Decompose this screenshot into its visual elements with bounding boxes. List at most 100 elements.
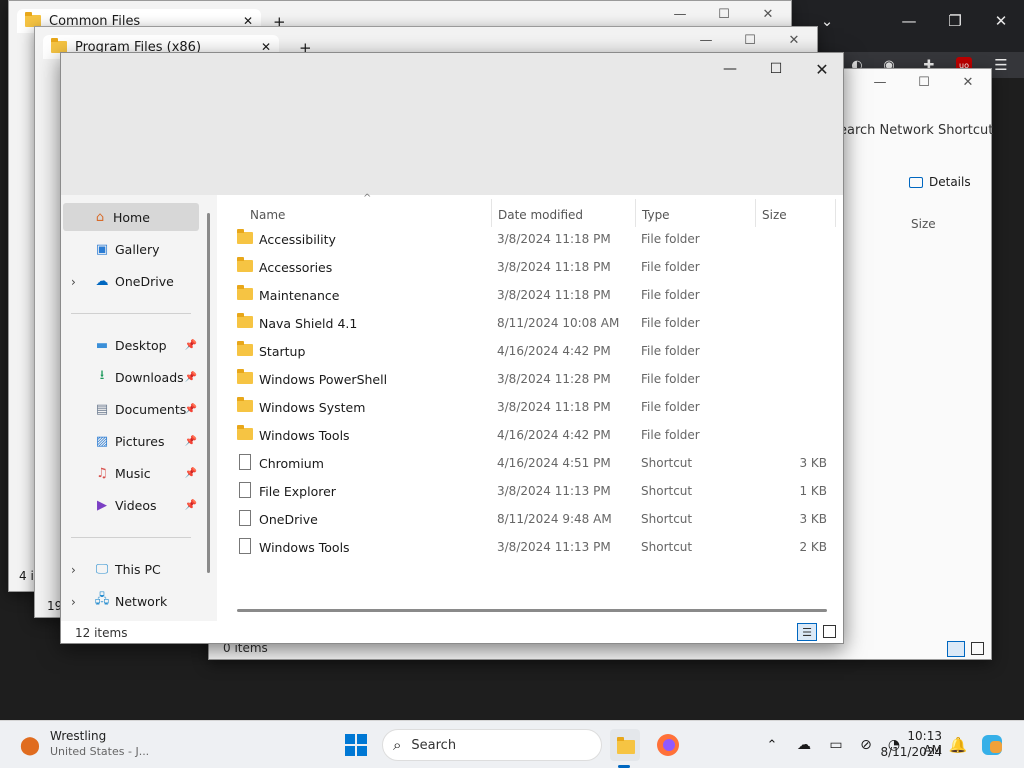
file-row[interactable]: Windows PowerShell 3/8/2024 11:28 PM File … [235, 365, 835, 393]
file-type: File folder [641, 316, 700, 330]
file-date-modified: 4/16/2024 4:42 PM [497, 344, 611, 358]
tiles-view-button[interactable] [823, 625, 836, 638]
gallery-icon: ▣ [95, 241, 109, 257]
minimize-icon[interactable]: — [863, 75, 897, 90]
firefox-icon[interactable] [654, 731, 682, 759]
status-item-count: 4 i [19, 569, 34, 583]
file-row[interactable]: Windows System 3/8/2024 11:18 PM File fold… [235, 393, 835, 421]
file-row[interactable]: OneDrive 8/11/2024 9:48 AM Shortcut 3 KB [235, 505, 835, 533]
music-icon: ♫ [96, 465, 108, 481]
nav-item-gallery[interactable]: ▣ Gallery [65, 235, 199, 263]
nav-item-network[interactable]: 🖧 Network [65, 587, 199, 615]
nav-item-pictures[interactable]: ▨ Pictures 📌 [65, 427, 199, 455]
details-button[interactable]: Details [909, 175, 971, 189]
nav-item-this-pc[interactable]: 🖵 This PC [65, 555, 199, 583]
nav-item-desktop[interactable]: ▬ Desktop 📌 [65, 331, 199, 359]
file-row[interactable]: Windows Tools 4/16/2024 4:42 PM File folde… [235, 421, 835, 449]
windows-start-icon[interactable] [342, 731, 370, 759]
file-type: Shortcut [641, 484, 693, 498]
file-list: ^ Name Date modified Type Size Accessibi… [217, 193, 843, 621]
close-icon[interactable]: ✕ [751, 7, 785, 22]
tiles-view-button[interactable] [971, 642, 984, 655]
shortcut-icon [239, 454, 251, 470]
maximize-icon[interactable]: ☐ [907, 75, 941, 90]
horizontal-scrollbar[interactable] [237, 609, 827, 612]
file-row[interactable]: Accessories 3/8/2024 11:18 PM File folder [235, 253, 835, 281]
taskbar-search-box[interactable]: ⌕ Search [382, 729, 602, 761]
column-header-size[interactable]: Size [762, 203, 787, 227]
maximize-icon[interactable]: ☐ [707, 7, 741, 22]
file-explorer-icon[interactable] [610, 729, 640, 761]
maximize-icon[interactable]: ☐ [733, 33, 767, 48]
folder-icon [237, 341, 253, 356]
file-row[interactable]: Nava Shield 4.1 8/11/2024 10:08 AM File fo… [235, 309, 835, 337]
file-name: Startup [259, 343, 306, 359]
pin-icon: 📌 [184, 467, 197, 479]
file-size: 2 KB [799, 540, 827, 554]
column-divider[interactable] [635, 199, 636, 227]
maximize-icon[interactable]: ☐ [753, 55, 799, 83]
file-row[interactable]: File Explorer 3/8/2024 11:13 PM Shortcut 1 … [235, 477, 835, 505]
nav-item-documents[interactable]: ▤ Documents 📌 [65, 395, 199, 423]
minimize-icon[interactable]: — [689, 33, 723, 48]
folder-icon [237, 257, 253, 272]
minimize-icon[interactable]: — [894, 6, 924, 36]
file-row[interactable]: Maintenance 3/8/2024 11:18 PM File folder [235, 281, 835, 309]
minimize-icon[interactable]: — [707, 55, 753, 83]
column-header-name[interactable]: Name [250, 203, 285, 227]
pin-icon: 📌 [184, 499, 197, 511]
size-column-header[interactable]: Size [911, 217, 936, 231]
file-size: 3 KB [799, 512, 827, 526]
nav-item-downloads[interactable]: ⭳ Downloads 📌 [65, 363, 199, 391]
pin-icon: 📌 [184, 403, 197, 415]
explorer-window-main[interactable]: — ☐ ✕ ⌂ Home ▣ Gallery › ☁ OneDrive ▬ De… [60, 52, 844, 644]
file-date-modified: 3/8/2024 11:18 PM [497, 260, 611, 274]
file-row[interactable]: Accessibility 3/8/2024 11:18 PM File folde… [235, 225, 835, 253]
close-icon[interactable]: ✕ [777, 33, 811, 48]
file-name: File Explorer [259, 483, 336, 499]
column-divider[interactable] [755, 199, 756, 227]
file-type: File folder [641, 372, 700, 386]
close-icon[interactable]: ✕ [986, 6, 1016, 36]
file-type: File folder [641, 232, 700, 246]
weather-subtitle[interactable]: United States - J... [50, 745, 149, 758]
close-icon[interactable]: ✕ [799, 55, 845, 83]
file-name: Windows PowerShell [259, 371, 388, 387]
weather-title[interactable]: Wrestling [50, 729, 106, 743]
close-icon[interactable]: ✕ [951, 75, 985, 90]
nav-item-videos[interactable]: ▶ Videos 📌 [65, 491, 199, 519]
network-status-icon[interactable]: ⊘ [852, 731, 880, 759]
search-input[interactable]: earch Network Shortcut [839, 123, 993, 138]
nav-item-onedrive[interactable]: ☁ OneDrive [65, 267, 199, 295]
column-header-type[interactable]: Type [642, 203, 670, 227]
file-row[interactable]: Windows Tools 3/8/2024 11:13 PM Shortcut 2 … [235, 533, 835, 561]
file-date-modified: 4/16/2024 4:42 PM [497, 428, 611, 442]
bell-icon[interactable]: 🔔 [944, 731, 972, 759]
restore-icon[interactable]: ❐ [940, 6, 970, 36]
display-icon[interactable]: ▭ [822, 731, 850, 759]
file-date-modified: 3/8/2024 11:18 PM [497, 232, 611, 246]
file-date-modified: 8/11/2024 9:48 AM [497, 512, 612, 526]
file-type: Shortcut [641, 540, 693, 554]
show-hidden-icons-chevron-icon[interactable]: ⌃ [758, 731, 786, 759]
nav-item-music[interactable]: ♫ Music 📌 [65, 459, 199, 487]
minimize-icon[interactable]: — [663, 7, 697, 22]
column-divider[interactable] [491, 199, 492, 227]
weather-widget-icon[interactable]: ⬤ [16, 731, 44, 759]
column-divider[interactable] [835, 199, 836, 227]
nav-item-home[interactable]: ⌂ Home [63, 203, 199, 231]
clock-date[interactable]: 8/11/2024 [880, 745, 942, 759]
nav-scrollbar[interactable] [207, 213, 210, 573]
column-header-date[interactable]: Date modified [498, 203, 583, 227]
documents-icon: ▤ [95, 401, 109, 417]
cloud-offline-icon[interactable]: ☁ [790, 731, 818, 759]
file-row[interactable]: Chromium 4/16/2024 4:51 PM Shortcut 3 KB [235, 449, 835, 477]
file-row[interactable]: Startup 4/16/2024 4:42 PM File folder [235, 337, 835, 365]
status-item-count: 12 items [75, 626, 128, 640]
copilot-icon[interactable] [978, 731, 1006, 759]
details-view-button[interactable] [947, 641, 965, 657]
title-bar: — ☐ ✕ [61, 53, 843, 195]
pin-icon: 📌 [184, 435, 197, 447]
details-view-button[interactable]: ☰ [797, 623, 817, 641]
desktop-icon: ▬ [95, 337, 109, 353]
